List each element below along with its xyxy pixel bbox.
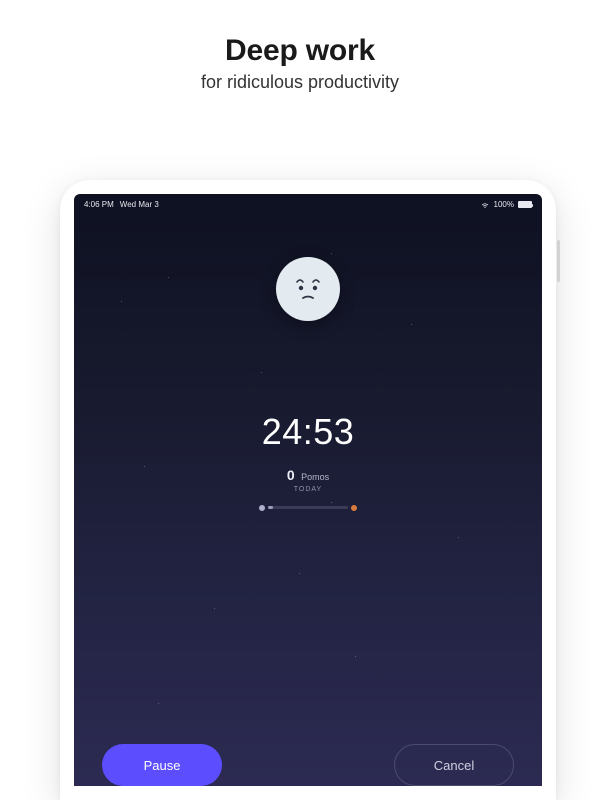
status-date: Wed Mar 3 (120, 200, 159, 209)
session-progress[interactable] (263, 505, 353, 510)
pomo-today-label: TODAY (287, 486, 329, 493)
status-time: 4:06 PM (84, 200, 114, 209)
pomo-counter: 0 Pomos TODAY (287, 467, 329, 493)
pause-button[interactable]: Pause (102, 744, 222, 786)
tablet-frame: 4:06 PM Wed Mar 3 100% (60, 180, 556, 800)
battery-icon (518, 201, 532, 208)
pomo-label: Pomos (301, 472, 329, 482)
status-bar: 4:06 PM Wed Mar 3 100% (74, 194, 542, 209)
timer-display: 24:53 (262, 411, 355, 453)
main-content: 24:53 0 Pomos TODAY (74, 209, 542, 510)
moon-face-avatar (276, 257, 340, 321)
status-battery-percent: 100% (494, 200, 514, 209)
progress-start-dot (259, 505, 265, 511)
wifi-icon (480, 201, 490, 209)
device-side-button (557, 240, 560, 282)
hero-title: Deep work (0, 34, 600, 68)
progress-end-dot (351, 505, 357, 511)
cancel-button[interactable]: Cancel (394, 744, 514, 786)
button-row: Pause Cancel (74, 744, 542, 786)
hero-subtitle: for ridiculous productivity (0, 72, 600, 93)
face-icon (286, 267, 330, 311)
pomo-count: 0 (287, 467, 295, 483)
progress-fill (268, 506, 273, 509)
hero-header: Deep work for ridiculous productivity (0, 0, 600, 121)
app-screen: 4:06 PM Wed Mar 3 100% (74, 194, 542, 786)
progress-bar (268, 506, 348, 509)
